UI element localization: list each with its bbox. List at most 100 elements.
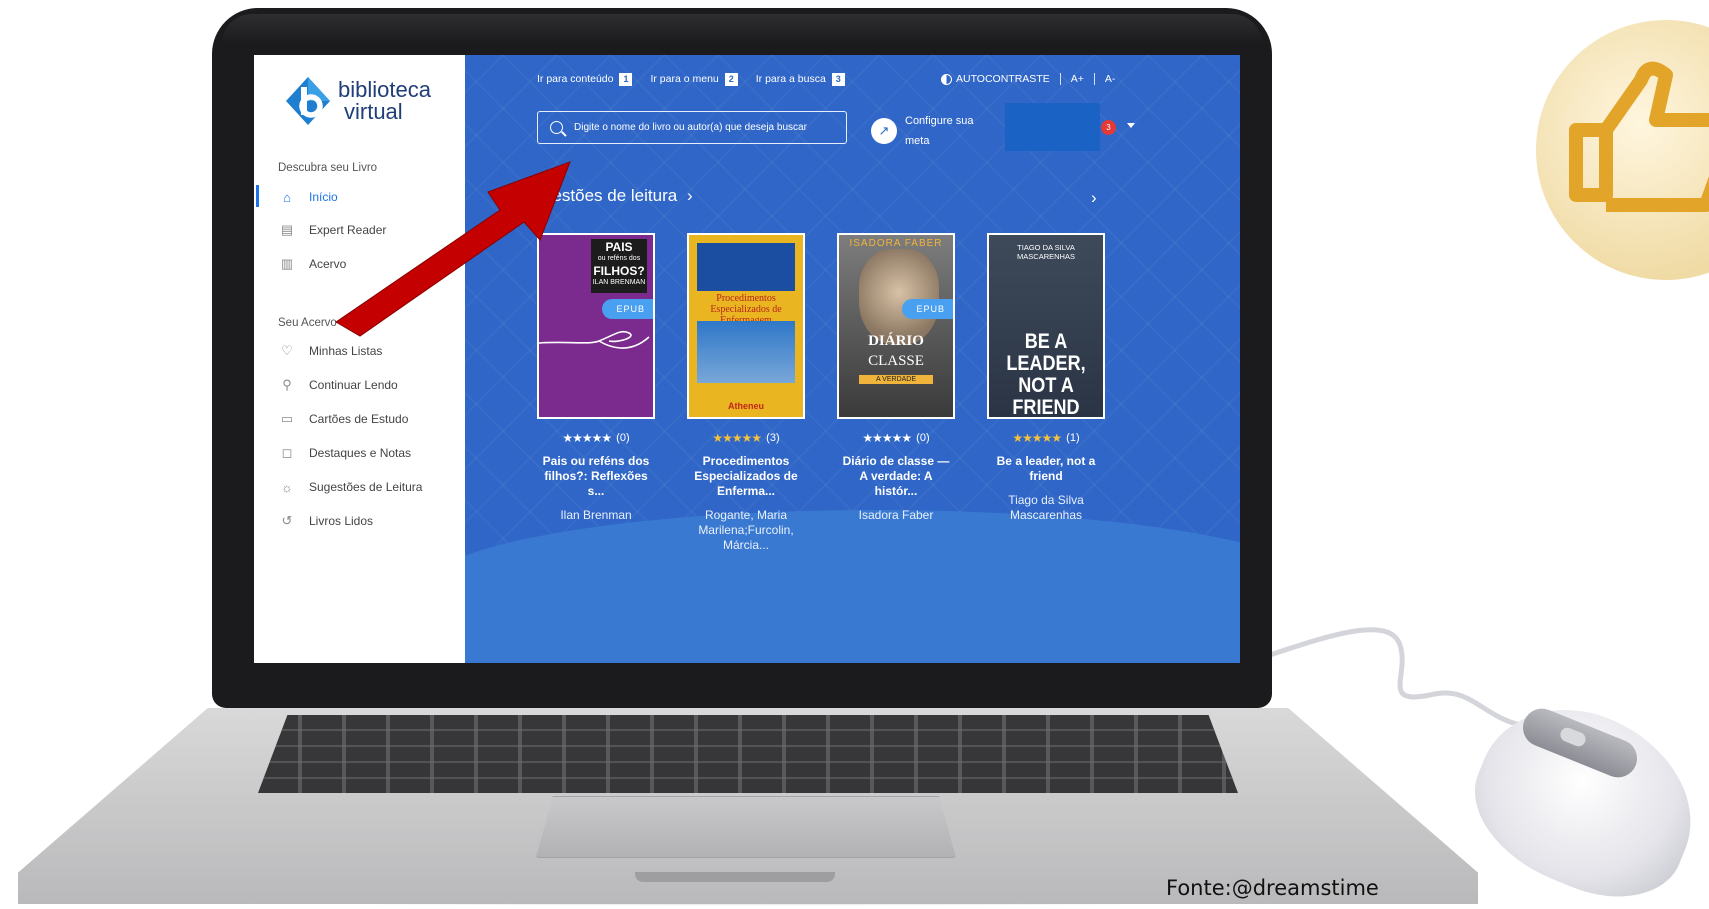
history-icon: ↺ <box>281 513 293 528</box>
book-card[interactable]: Procedimentos Especializados de Enfermag… <box>687 233 805 553</box>
book-cover[interactable]: TIAGO DA SILVA MASCARENHAS BE A LEADER, … <box>987 233 1105 419</box>
cover-title: BE A LEADER, NOT A FRIEND <box>1006 330 1086 419</box>
accessibility-controls: AUTOCONTRASTE A+ A- <box>941 73 1115 85</box>
book-author: Tiago da Silva Mascarenhas <box>1008 493 1084 522</box>
books-icon: ▥ <box>280 256 294 271</box>
book-cover[interactable]: ISADORA FABER DIÁRIO CLASSE A VERDADE EP… <box>837 233 955 419</box>
star-rating: ★★★★★ <box>1012 431 1062 445</box>
cover-image <box>697 321 795 383</box>
skip-to-menu-link[interactable]: Ir para o menu 2 <box>650 73 747 86</box>
skip-to-content-link[interactable]: Ir para conteúdo 1 <box>537 73 642 86</box>
sidebar-item-continuar-lendo[interactable]: ⚲ Continuar Lendo <box>278 373 463 397</box>
autocontrast-toggle[interactable]: AUTOCONTRASTE <box>941 73 1050 85</box>
user-profile-button[interactable] <box>1005 103 1100 151</box>
red-arrow-annotation <box>335 161 571 337</box>
goal-button[interactable]: ↗ Configure sua meta <box>871 111 974 151</box>
logo-line2: virtual <box>344 99 403 124</box>
sidebar-item-label: Destaques e Notas <box>309 446 412 460</box>
sidebar-item-label: Continuar Lendo <box>309 378 398 392</box>
divider <box>1093 73 1095 85</box>
active-indicator <box>256 185 259 207</box>
carousel-next-icon[interactable]: › <box>1091 188 1097 208</box>
star-rating: ★★★★★ <box>712 431 762 445</box>
cover-tag: A VERDADE <box>859 375 933 384</box>
book-title[interactable]: Procedimentos Especializados de Enferma.… <box>687 454 805 499</box>
cover-author: ILAN BRENMAN <box>592 279 646 286</box>
sidebar-item-label: Sugestões de Leitura <box>309 480 423 494</box>
logo-icon <box>286 77 330 125</box>
book-title[interactable]: Diário de classe — A verdade: A histór..… <box>837 454 955 499</box>
skip-search-label: Ir para a busca <box>755 73 826 85</box>
laptop-lid-edge <box>222 14 1262 44</box>
divider <box>1059 73 1061 85</box>
star-rating: ★★★★★ <box>562 431 612 445</box>
font-increase-button[interactable]: A+ <box>1071 73 1084 85</box>
notification-badge[interactable]: 3 <box>1101 120 1116 135</box>
keyboard-rows <box>258 715 1238 793</box>
skip-to-search-link[interactable]: Ir para a busca 3 <box>756 73 855 86</box>
book-cover[interactable]: Procedimentos Especializados de Enfermag… <box>687 233 805 419</box>
book-title[interactable]: Be a leader, not a friend <box>987 454 1105 484</box>
cover-publisher: Atheneu <box>728 401 764 411</box>
rating-count: (0) <box>616 432 630 444</box>
home-icon: ⌂ <box>283 189 291 205</box>
book-title[interactable]: Pais ou reféns dos filhos?: Reflexões s.… <box>537 454 655 499</box>
rating-count: (3) <box>766 432 780 444</box>
skip-content-label: Ir para conteúdo <box>537 73 614 85</box>
book-author: Ilan Brenman <box>560 508 632 522</box>
book-card[interactable]: ISADORA FABER DIÁRIO CLASSE A VERDADE EP… <box>837 233 955 523</box>
chevron-down-icon[interactable] <box>1127 123 1135 128</box>
logo-text: biblioteca virtual <box>338 79 431 123</box>
heart-icon: ♡ <box>281 343 293 358</box>
reading-icon: ⚲ <box>282 377 292 392</box>
cover-title2: CLASSE <box>868 353 924 369</box>
book-author: Rogante, Maria Marilena;Furcolin, Márcia… <box>698 508 794 552</box>
star-rating: ★★★★★ <box>862 431 912 445</box>
laptop-screen: biblioteca virtual Descubra seu Livro ⌂ … <box>254 55 1240 663</box>
rating-count: (0) <box>916 432 930 444</box>
shortcut-key-2: 2 <box>724 73 738 86</box>
goal-line2: meta <box>905 135 930 147</box>
goal-line1: Configure sua <box>905 115 974 127</box>
cover-title: PAIS <box>605 240 633 254</box>
rating-count: (1) <box>1066 432 1080 444</box>
mouse-cable <box>1270 627 1520 725</box>
skip-menu-label: Ir para o menu <box>650 73 719 85</box>
font-decrease-button[interactable]: A- <box>1105 73 1116 85</box>
sidebar: biblioteca virtual Descubra seu Livro ⌂ … <box>254 55 465 663</box>
rating: ★★★★★ (1) <box>987 431 1105 445</box>
laptop-front-notch <box>635 872 835 882</box>
epub-badge: EPUB <box>902 299 953 319</box>
logo-line1: biblioteca <box>338 77 431 102</box>
sidebar-item-livros-lidos[interactable]: ↺ Livros Lidos <box>278 509 463 533</box>
cover-author: ISADORA FABER <box>849 238 943 249</box>
logo[interactable]: biblioteca virtual <box>284 75 444 135</box>
shortcut-key-1: 1 <box>619 73 633 86</box>
note-icon: ◻ <box>281 445 293 460</box>
stage: biblioteca virtual Descubra seu Livro ⌂ … <box>0 0 1709 909</box>
cover-portrait <box>859 249 939 345</box>
sidebar-item-cartoes[interactable]: ▭ Cartões de Estudo <box>278 407 463 431</box>
image-credit: Fonte:@dreamstime <box>1166 876 1379 900</box>
search-input[interactable] <box>574 122 834 133</box>
cover-title: DIÁRIO <box>868 333 924 349</box>
rating: ★★★★★ (0) <box>837 431 955 445</box>
sidebar-item-destaques[interactable]: ◻ Destaques e Notas <box>278 441 463 465</box>
book-card[interactable]: TIAGO DA SILVA MASCARENHAS BE A LEADER, … <box>987 233 1105 523</box>
search-bar[interactable] <box>537 111 847 144</box>
goal-label: Configure sua meta <box>905 111 974 151</box>
thumbs-up-icon <box>1536 20 1709 280</box>
sidebar-item-label: Livros Lidos <box>309 514 374 528</box>
lightbulb-icon: ☼ <box>281 479 293 495</box>
chevron-right-icon[interactable]: › <box>687 186 693 206</box>
cover-title-block: PAIS ou reféns dos FILHOS? ILAN BRENMAN <box>591 239 647 293</box>
contrast-icon <box>941 73 952 85</box>
sidebar-item-minhas-listas[interactable]: ♡ Minhas Listas <box>278 339 463 363</box>
document-icon: ▤ <box>280 222 294 237</box>
skip-links: Ir para conteúdo 1 Ir para o menu 2 Ir par… <box>537 73 855 86</box>
book-author: Isadora Faber <box>858 508 934 522</box>
sidebar-item-sugestoes[interactable]: ☼ Sugestões de Leitura <box>278 475 463 499</box>
cover-author: TIAGO DA SILVA MASCARENHAS <box>1017 243 1075 261</box>
background-wave <box>465 510 1240 663</box>
autocontrast-label: AUTOCONTRASTE <box>956 73 1050 85</box>
